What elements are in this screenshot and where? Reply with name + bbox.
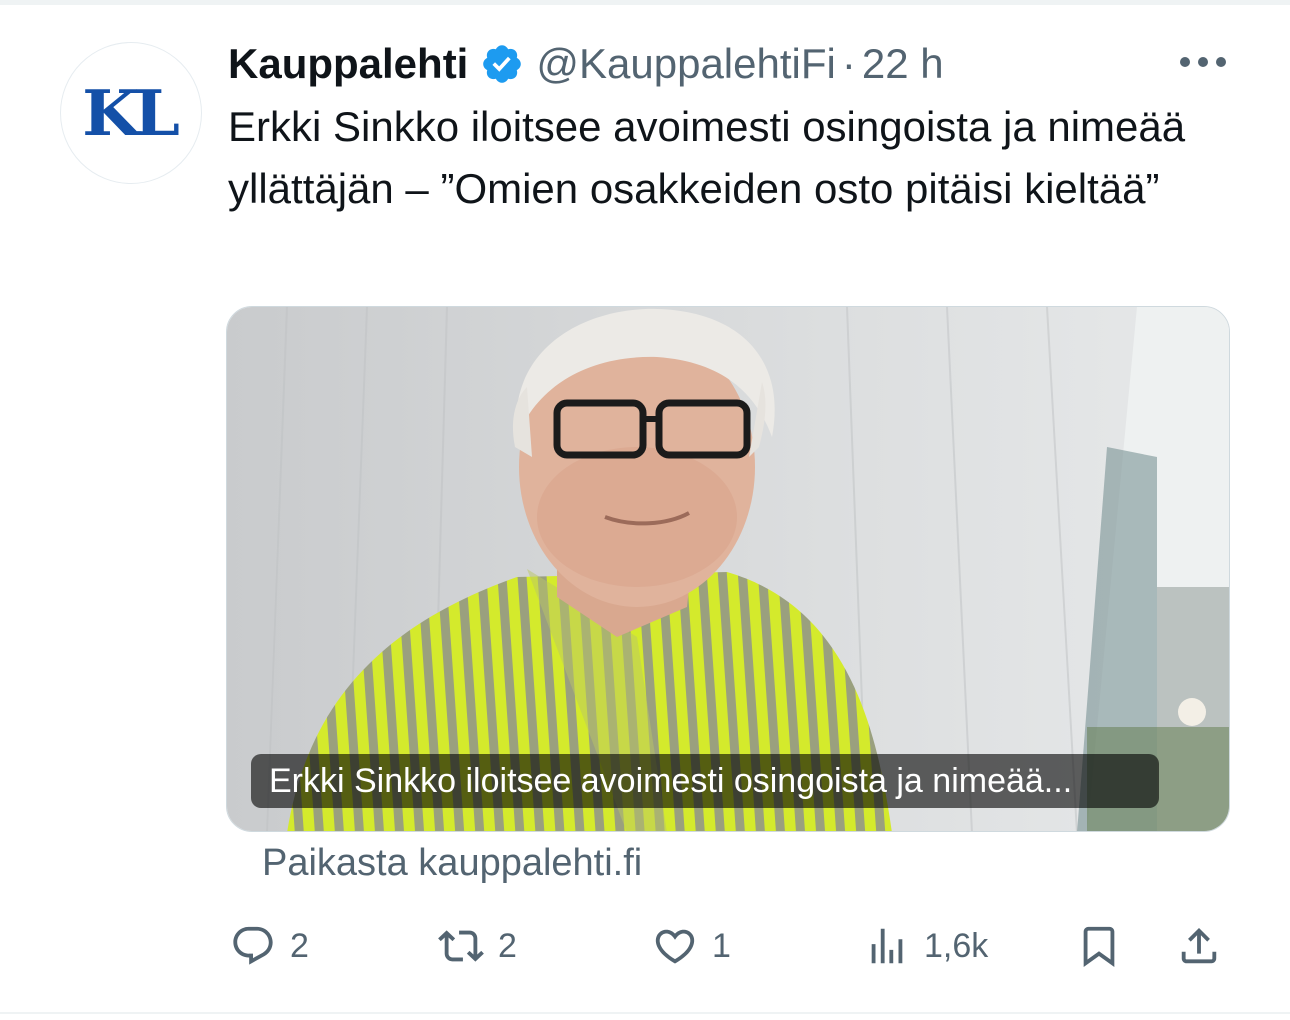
top-divider — [0, 0, 1290, 5]
user-handle[interactable]: @KauppalehtiFi — [536, 40, 835, 88]
link-card[interactable]: Erkki Sinkko iloitsee avoimesti osingois… — [226, 306, 1230, 832]
avatar-logo-text: KL — [82, 75, 180, 151]
more-options-icon[interactable] — [1180, 54, 1226, 70]
more-dot — [1198, 57, 1208, 67]
bottom-divider — [0, 1012, 1290, 1014]
card-source-link[interactable]: Paikasta kauppalehti.fi — [262, 842, 642, 885]
tweet-timestamp[interactable]: 22 h — [862, 40, 944, 88]
retweet-button[interactable]: 2 — [438, 918, 517, 974]
action-bar: 2 2 1 1,6k — [0, 918, 1290, 978]
display-name[interactable]: Kauppalehti — [228, 40, 468, 88]
share-icon — [1181, 927, 1217, 964]
bookmark-button[interactable] — [1076, 918, 1122, 974]
reply-count: 2 — [290, 926, 309, 965]
reply-icon — [233, 926, 273, 965]
more-dot — [1180, 57, 1190, 67]
views-count: 1,6k — [924, 926, 989, 965]
like-count: 1 — [712, 926, 731, 965]
avatar[interactable]: KL — [60, 42, 202, 184]
separator-dot: · — [841, 40, 856, 87]
views-chart-icon — [871, 928, 903, 964]
tweet-header: Kauppalehti @KauppalehtiFi · 22 h — [228, 36, 944, 92]
views-button[interactable]: 1,6k — [864, 918, 988, 974]
tweet-text: Erkki Sinkko iloitsee avoimesti osingois… — [228, 103, 1186, 212]
retweet-count: 2 — [498, 926, 517, 965]
retweet-icon — [438, 930, 484, 962]
more-dot — [1216, 57, 1226, 67]
bookmark-icon — [1083, 926, 1115, 967]
reply-button[interactable]: 2 — [230, 918, 309, 974]
heart-icon — [655, 929, 695, 964]
verified-badge-icon[interactable] — [480, 42, 524, 86]
like-button[interactable]: 1 — [652, 918, 731, 974]
share-button[interactable] — [1176, 918, 1222, 974]
card-caption: Erkki Sinkko iloitsee avoimesti osingois… — [251, 754, 1159, 808]
